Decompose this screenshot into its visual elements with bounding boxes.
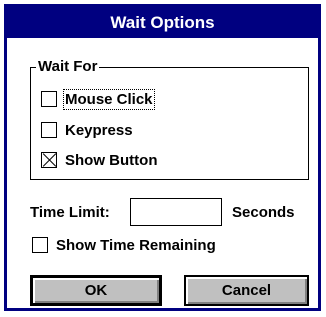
keypress-checkbox-box[interactable] xyxy=(41,122,57,138)
show-button-checkbox[interactable]: Show Button xyxy=(41,150,157,170)
show-time-remaining-checkbox[interactable]: Show Time Remaining xyxy=(32,235,216,255)
ok-button-label: OK xyxy=(84,282,108,299)
keypress-label: Keypress xyxy=(65,121,133,139)
mouse-click-checkbox[interactable]: Mouse Click xyxy=(41,88,155,110)
show-time-remaining-label: Show Time Remaining xyxy=(56,236,216,254)
mouse-click-label: Mouse Click xyxy=(63,88,155,110)
wait-for-label: Wait For xyxy=(36,58,100,76)
show-button-label: Show Button xyxy=(65,151,158,169)
cancel-button-label: Cancel xyxy=(221,282,272,299)
time-limit-label: Time Limit: xyxy=(30,204,110,221)
dialog-title: Wait Options xyxy=(110,12,215,32)
time-limit-input[interactable] xyxy=(130,198,222,226)
ok-button[interactable]: OK xyxy=(30,275,162,306)
show-button-checkbox-box[interactable] xyxy=(41,152,57,168)
keypress-checkbox[interactable]: Keypress xyxy=(41,120,133,140)
title-bar[interactable]: Wait Options xyxy=(7,7,318,38)
seconds-label: Seconds xyxy=(232,204,295,221)
show-time-remaining-checkbox-box[interactable] xyxy=(32,237,48,253)
cancel-button[interactable]: Cancel xyxy=(184,275,309,306)
mouse-click-checkbox-box[interactable] xyxy=(41,91,57,107)
